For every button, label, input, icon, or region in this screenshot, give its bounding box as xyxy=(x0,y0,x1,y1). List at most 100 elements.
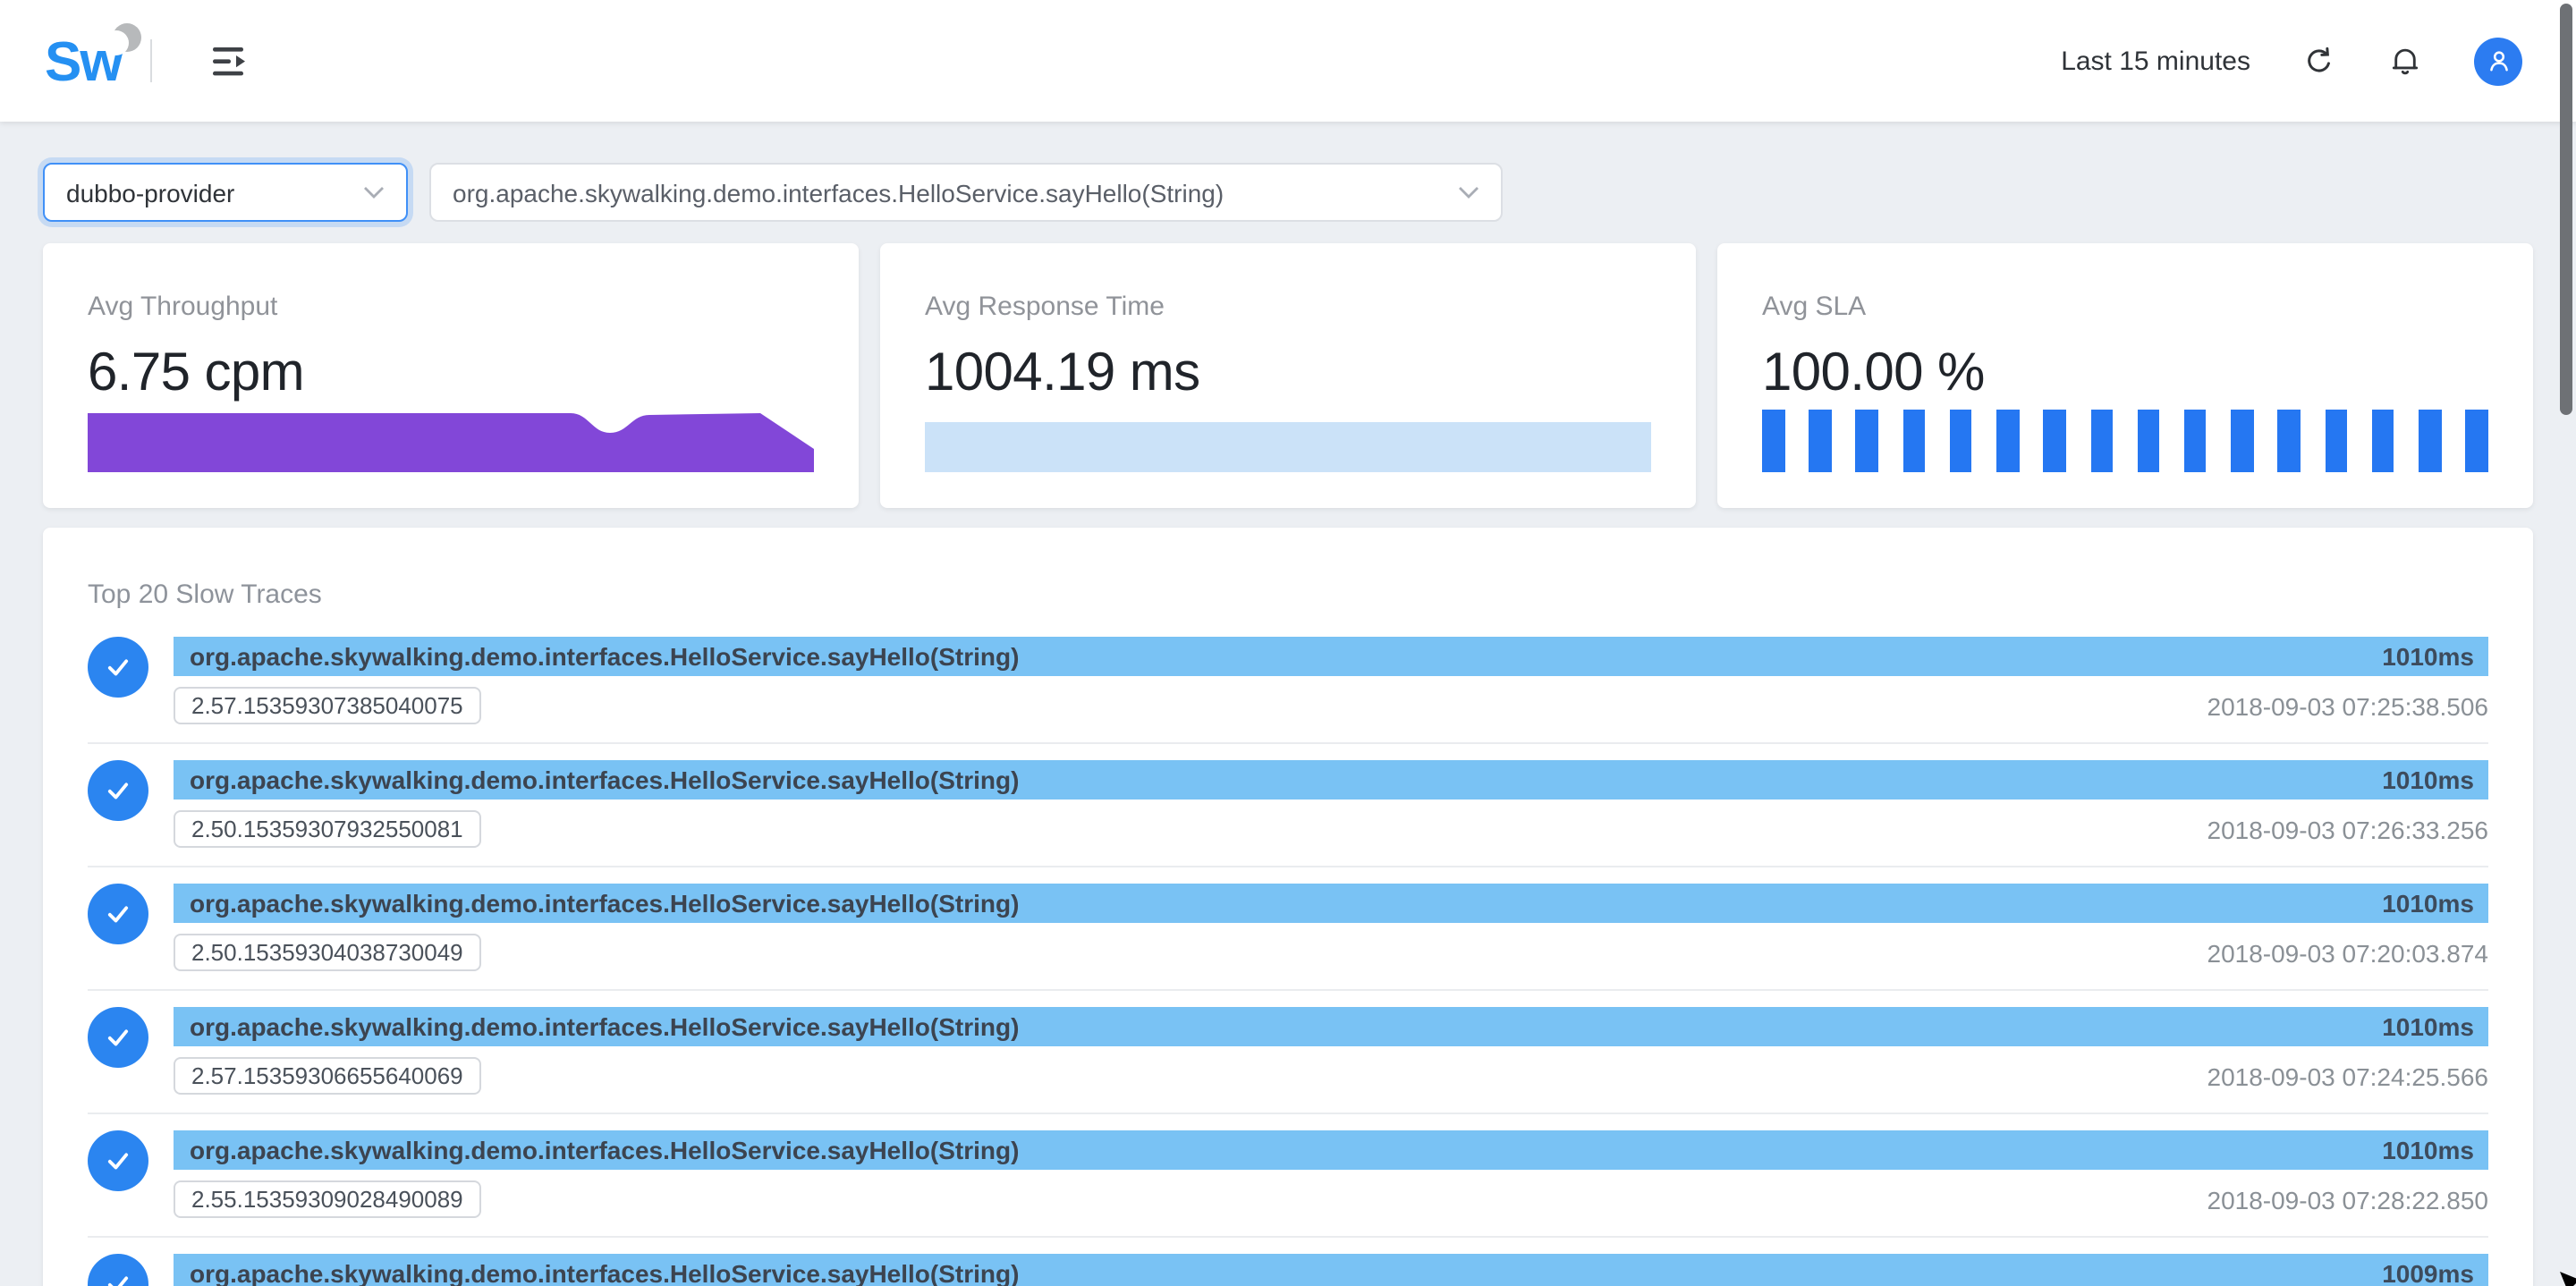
card-label: Avg Response Time xyxy=(925,292,1651,322)
trace-row[interactable]: org.apache.skywalking.demo.interfaces.He… xyxy=(88,1254,2488,1286)
card-value: 6.75 cpm xyxy=(88,343,814,404)
mouse-cursor xyxy=(2560,1270,2576,1286)
avg-sla-card: Avg SLA 100.00 % xyxy=(1717,243,2533,508)
trace-row[interactable]: org.apache.skywalking.demo.interfaces.He… xyxy=(88,1130,2488,1238)
trace-endpoint-name: org.apache.skywalking.demo.interfaces.He… xyxy=(190,766,2360,794)
trace-meta: 2.57.15359306655640069 2018-09-03 07:24:… xyxy=(174,1057,2488,1095)
trace-id-chip[interactable]: 2.57.15359307385040075 xyxy=(174,687,481,724)
trace-list: org.apache.skywalking.demo.interfaces.He… xyxy=(88,637,2488,1286)
sla-bar xyxy=(2044,410,2066,472)
sla-bar xyxy=(2325,410,2347,472)
bell-icon xyxy=(2388,43,2422,79)
sla-bar xyxy=(2184,410,2207,472)
trace-id-chip[interactable]: 2.55.15359309028490089 xyxy=(174,1180,481,1218)
trace-duration-bar[interactable]: org.apache.skywalking.demo.interfaces.He… xyxy=(174,760,2488,800)
sla-bar xyxy=(1856,410,1878,472)
refresh-icon xyxy=(2302,44,2336,78)
trace-id-chip[interactable]: 2.50.15359304038730049 xyxy=(174,934,481,971)
sla-bar xyxy=(1762,410,1784,472)
trace-duration: 1009ms xyxy=(2382,1259,2474,1286)
card-label: Avg SLA xyxy=(1762,292,2488,322)
trace-success-check-icon xyxy=(88,1007,148,1068)
trace-row[interactable]: org.apache.skywalking.demo.interfaces.He… xyxy=(88,884,2488,991)
trace-success-check-icon xyxy=(88,760,148,821)
trace-timestamp: 2018-09-03 07:26:33.256 xyxy=(2207,815,2489,843)
sla-bar xyxy=(2419,410,2441,472)
sla-bar xyxy=(1996,410,2019,472)
trace-details: org.apache.skywalking.demo.interfaces.He… xyxy=(174,1254,2488,1286)
trace-duration-bar[interactable]: org.apache.skywalking.demo.interfaces.He… xyxy=(174,1007,2488,1046)
sla-bar xyxy=(1809,410,1831,472)
trace-endpoint-name: org.apache.skywalking.demo.interfaces.He… xyxy=(190,1136,2360,1164)
trace-endpoint-name: org.apache.skywalking.demo.interfaces.He… xyxy=(190,642,2360,671)
trace-duration-bar[interactable]: org.apache.skywalking.demo.interfaces.He… xyxy=(174,884,2488,923)
trace-endpoint-name: org.apache.skywalking.demo.interfaces.He… xyxy=(190,1259,2360,1286)
card-value: 100.00 % xyxy=(1762,343,2488,404)
response-time-sparkline-chart xyxy=(925,422,1651,472)
trace-meta: 2.50.15359304038730049 2018-09-03 07:20:… xyxy=(174,934,2488,971)
panel-title: Top 20 Slow Traces xyxy=(88,580,2488,610)
vertical-scrollbar[interactable] xyxy=(2560,4,2572,415)
time-range-selector[interactable]: Last 15 minutes xyxy=(2061,46,2250,76)
skywalking-logo[interactable]: Sw xyxy=(45,33,122,89)
trace-duration-bar[interactable]: org.apache.skywalking.demo.interfaces.He… xyxy=(174,637,2488,676)
trace-duration-bar[interactable]: org.apache.skywalking.demo.interfaces.He… xyxy=(174,1254,2488,1286)
chevron-down-icon xyxy=(1458,186,1479,199)
endpoint-selector-value: org.apache.skywalking.demo.interfaces.He… xyxy=(453,178,1238,207)
logo-crescent-icon xyxy=(113,22,141,51)
sla-bar xyxy=(2138,410,2160,472)
avg-response-time-card: Avg Response Time 1004.19 ms xyxy=(880,243,1696,508)
sla-bar xyxy=(2278,410,2301,472)
trace-meta: 2.55.15359309028490089 2018-09-03 07:28:… xyxy=(174,1180,2488,1218)
sla-bar-chart xyxy=(1762,410,2488,472)
trace-duration: 1010ms xyxy=(2382,1012,2474,1041)
trace-details: org.apache.skywalking.demo.interfaces.He… xyxy=(174,1007,2488,1095)
top-bar-actions: Last 15 minutes xyxy=(2061,37,2522,85)
notifications-button[interactable] xyxy=(2388,43,2422,79)
user-icon xyxy=(2482,45,2514,77)
card-label: Avg Throughput xyxy=(88,292,814,322)
trace-timestamp: 2018-09-03 07:28:22.850 xyxy=(2207,1185,2489,1214)
sla-bar xyxy=(2372,410,2394,472)
trace-endpoint-name: org.apache.skywalking.demo.interfaces.He… xyxy=(190,1012,2360,1041)
trace-details: org.apache.skywalking.demo.interfaces.He… xyxy=(174,884,2488,971)
trace-row[interactable]: org.apache.skywalking.demo.interfaces.He… xyxy=(88,637,2488,744)
trace-duration: 1010ms xyxy=(2382,1136,2474,1164)
user-avatar[interactable] xyxy=(2474,37,2522,85)
slow-traces-panel: Top 20 Slow Traces org.apache.skywalking… xyxy=(43,528,2533,1286)
metric-cards: Avg Throughput 6.75 cpm Avg Response Tim… xyxy=(43,243,2533,508)
trace-success-check-icon xyxy=(88,1130,148,1191)
sla-bar xyxy=(1902,410,1925,472)
card-value: 1004.19 ms xyxy=(925,343,1651,404)
trace-row[interactable]: org.apache.skywalking.demo.interfaces.He… xyxy=(88,760,2488,867)
service-selector[interactable]: dubbo-provider xyxy=(43,163,408,222)
trace-timestamp: 2018-09-03 07:24:25.566 xyxy=(2207,1062,2489,1090)
sla-bar xyxy=(2466,410,2488,472)
menu-expand-icon xyxy=(213,46,249,76)
trace-details: org.apache.skywalking.demo.interfaces.He… xyxy=(174,637,2488,724)
trace-id-chip[interactable]: 2.50.15359307932550081 xyxy=(174,810,481,848)
throughput-sparkline-chart xyxy=(88,411,814,472)
trace-duration-bar[interactable]: org.apache.skywalking.demo.interfaces.He… xyxy=(174,1130,2488,1170)
trace-success-check-icon xyxy=(88,637,148,698)
top-bar: Sw Last 15 minutes xyxy=(0,0,2576,122)
trace-meta: 2.50.15359307932550081 2018-09-03 07:26:… xyxy=(174,810,2488,848)
trace-duration: 1010ms xyxy=(2382,642,2474,671)
trace-details: org.apache.skywalking.demo.interfaces.He… xyxy=(174,760,2488,848)
sla-bar xyxy=(2090,410,2113,472)
sidebar-toggle-button[interactable] xyxy=(213,46,249,76)
sla-bar xyxy=(2231,410,2253,472)
trace-duration: 1010ms xyxy=(2382,889,2474,918)
chevron-down-icon xyxy=(363,186,385,199)
filter-bar: dubbo-provider org.apache.skywalking.dem… xyxy=(43,163,2533,222)
trace-duration: 1010ms xyxy=(2382,766,2474,794)
trace-success-check-icon xyxy=(88,1254,148,1286)
refresh-button[interactable] xyxy=(2302,44,2336,78)
trace-timestamp: 2018-09-03 07:20:03.874 xyxy=(2207,938,2489,967)
trace-success-check-icon xyxy=(88,884,148,944)
trace-row[interactable]: org.apache.skywalking.demo.interfaces.He… xyxy=(88,1007,2488,1114)
skywalking-dashboard: Sw Last 15 minutes xyxy=(0,0,2576,1286)
endpoint-selector[interactable]: org.apache.skywalking.demo.interfaces.He… xyxy=(429,163,1503,222)
trace-id-chip[interactable]: 2.57.15359306655640069 xyxy=(174,1057,481,1095)
header-divider xyxy=(150,39,152,82)
